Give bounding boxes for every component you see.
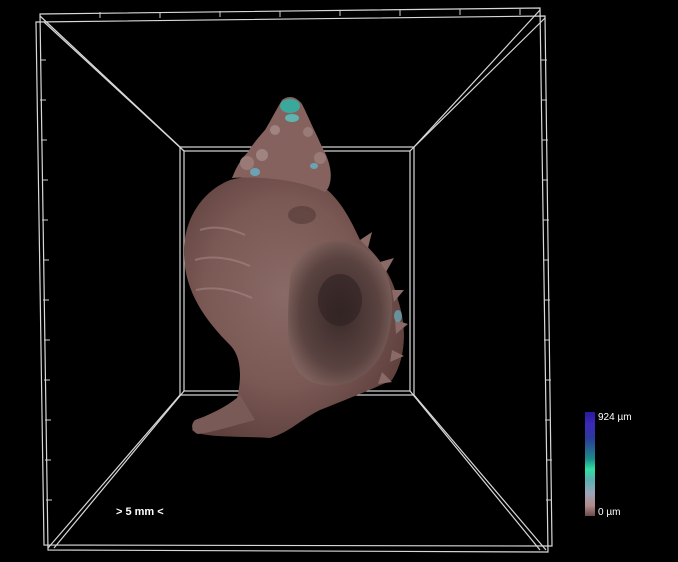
shell-3d-model	[183, 96, 408, 439]
3d-render-viewport[interactable]: > 5 mm < 924 µm 0 µm	[0, 0, 678, 557]
colorbar-max-label: 924 µm	[598, 412, 632, 423]
colorbar-min-label: 0 µm	[598, 507, 621, 518]
3d-scene	[35, 7, 553, 553]
scale-bar-label: > 5 mm <	[116, 506, 164, 518]
height-colorbar	[585, 412, 595, 516]
